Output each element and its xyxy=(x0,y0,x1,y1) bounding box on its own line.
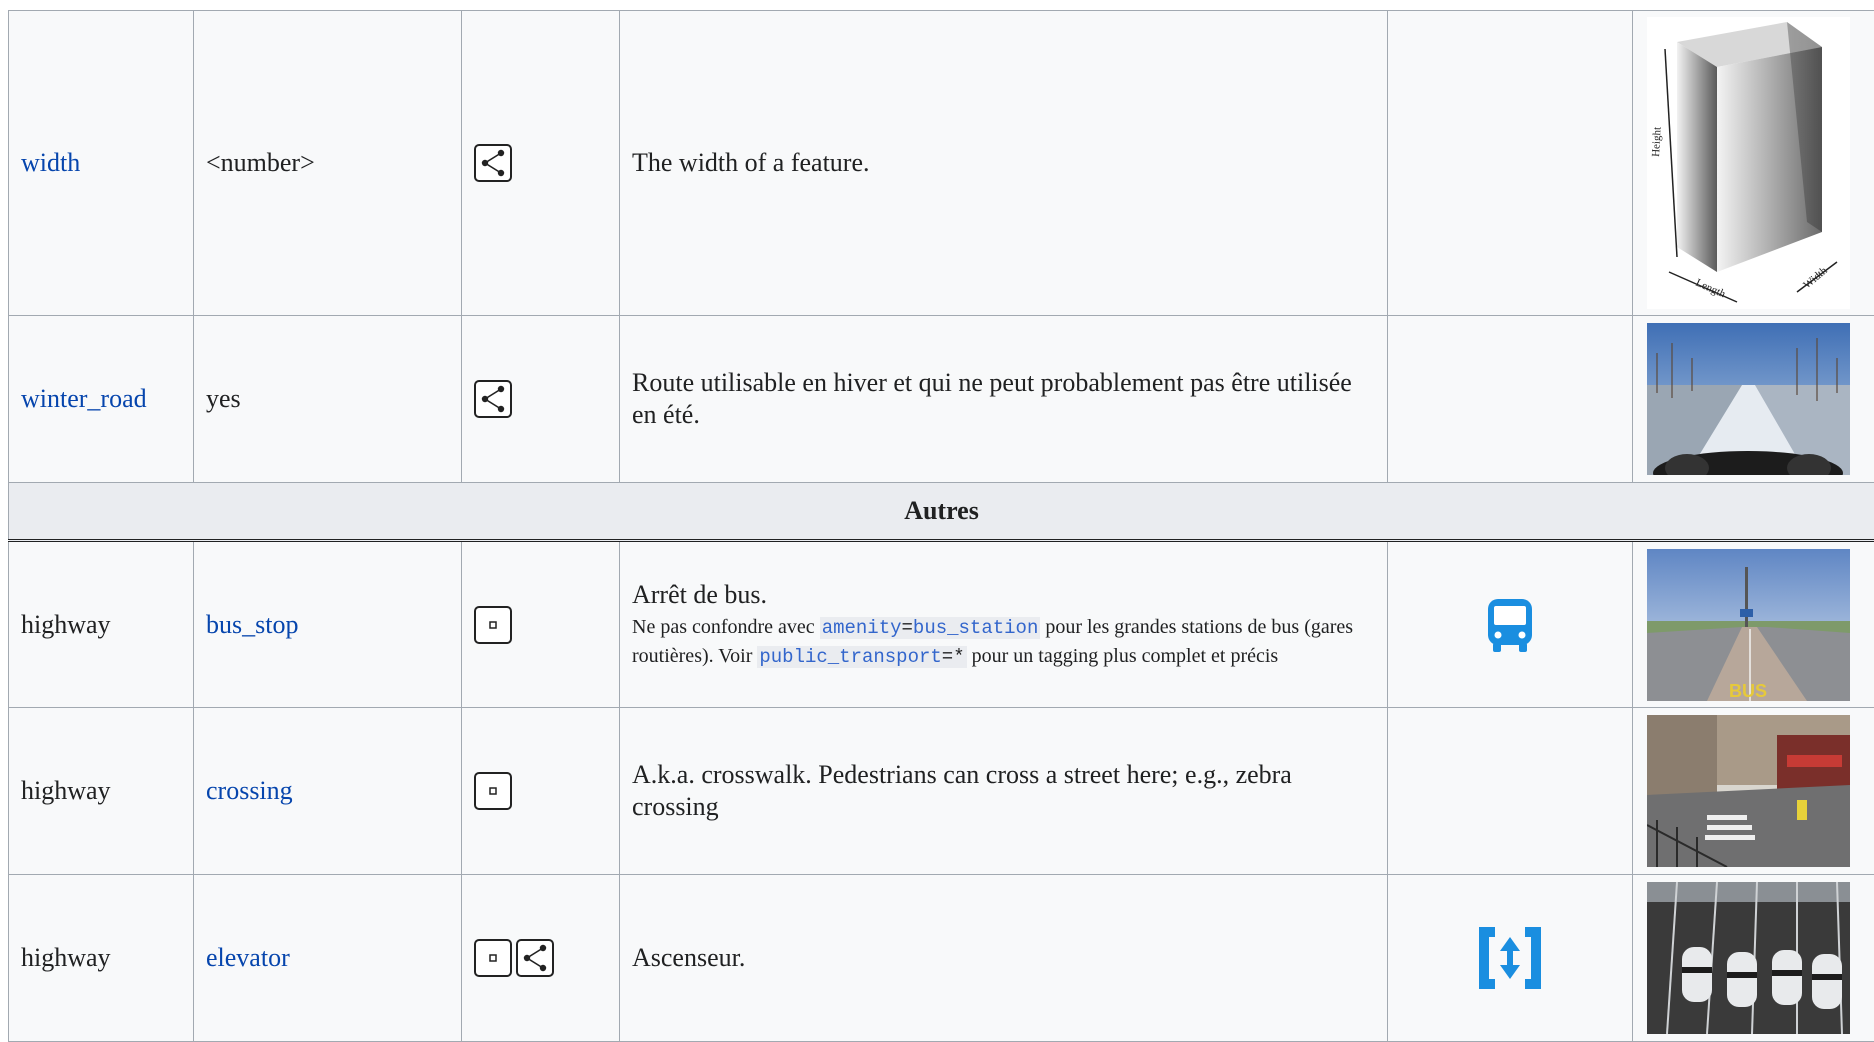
photo-cell xyxy=(1633,316,1874,483)
description-cell: Ascenseur. xyxy=(620,875,1388,1042)
table-row: highway elevator Ascenseur. xyxy=(9,875,1874,1042)
key-text: highway xyxy=(21,610,111,639)
winter-road-photo[interactable] xyxy=(1647,323,1850,475)
element-type-cell xyxy=(462,708,620,875)
key-cell: highway xyxy=(9,875,194,1042)
key-cell[interactable]: width xyxy=(9,11,194,316)
description-cell: Route utilisable en hiver et qui ne peut… xyxy=(620,316,1388,483)
crossing-photo[interactable] xyxy=(1647,715,1850,867)
description-cell: A.k.a. crosswalk. Pedestrians can cross … xyxy=(620,708,1388,875)
node-icon[interactable] xyxy=(474,606,512,644)
value-text: <number> xyxy=(206,148,315,177)
key-link[interactable]: width xyxy=(21,148,80,177)
table-row: highway bus_stop Arrêt de bus. Ne pas co… xyxy=(9,541,1874,708)
description-text: Route utilisable en hiver et qui ne peut… xyxy=(632,367,1375,431)
value-cell: <number> xyxy=(194,11,462,316)
way-icon[interactable] xyxy=(474,380,512,418)
key-cell[interactable]: winter_road xyxy=(9,316,194,483)
photo-cell xyxy=(1633,708,1874,875)
description-text: Ascenseur. xyxy=(632,942,1375,974)
node-icon[interactable] xyxy=(474,939,512,977)
bus-stop-photo[interactable]: BUS xyxy=(1647,549,1850,701)
photo-cell xyxy=(1633,875,1874,1042)
rendering-cell xyxy=(1388,541,1633,708)
value-cell: yes xyxy=(194,316,462,483)
description-text: Arrêt de bus. xyxy=(632,579,1375,611)
key-cell: highway xyxy=(9,541,194,708)
element-type-cell xyxy=(462,541,620,708)
tag-table: width <number> The width of a feature. H xyxy=(8,10,1874,1042)
value-text: yes xyxy=(206,384,241,413)
table-row: winter_road yes Route utilisable en hive… xyxy=(9,316,1874,483)
value-link[interactable]: elevator xyxy=(206,943,290,972)
key-text: highway xyxy=(21,943,111,972)
elevator-icon xyxy=(1477,925,1543,991)
node-icon[interactable] xyxy=(474,772,512,810)
description-cell: Arrêt de bus. Ne pas confondre avec amen… xyxy=(620,541,1388,708)
value-link[interactable]: bus_stop xyxy=(206,610,298,639)
section-header-row: Autres xyxy=(9,483,1874,541)
element-type-cell xyxy=(462,875,620,1042)
rendering-cell xyxy=(1388,875,1633,1042)
height-label: Height xyxy=(1650,127,1664,158)
tag-link[interactable]: public_transport=* xyxy=(757,646,966,668)
photo-cell: BUS xyxy=(1633,541,1874,708)
elevator-photo[interactable] xyxy=(1647,882,1850,1034)
table-row: width <number> The width of a feature. H xyxy=(9,11,1874,316)
table-row: highway crossing A.k.a. crosswalk. Pedes… xyxy=(9,708,1874,875)
rendering-cell xyxy=(1388,316,1633,483)
photo-cell: Height Length Width xyxy=(1633,11,1874,316)
value-cell[interactable]: bus_stop xyxy=(194,541,462,708)
rendering-cell xyxy=(1388,11,1633,316)
bus-icon xyxy=(1486,597,1534,653)
key-text: highway xyxy=(21,776,111,805)
width-diagram-image[interactable]: Height Length Width xyxy=(1647,17,1850,309)
key-cell: highway xyxy=(9,708,194,875)
description-cell: The width of a feature. xyxy=(620,11,1388,316)
element-type-cell xyxy=(462,316,620,483)
rendering-cell xyxy=(1388,708,1633,875)
tag-link[interactable]: amenity=bus_station xyxy=(820,617,1041,639)
description-text: A.k.a. crosswalk. Pedestrians can cross … xyxy=(632,759,1375,823)
value-link[interactable]: crossing xyxy=(206,776,293,805)
way-icon[interactable] xyxy=(474,144,512,182)
way-icon[interactable] xyxy=(516,939,554,977)
value-cell[interactable]: elevator xyxy=(194,875,462,1042)
description-note: Ne pas confondre avec amenity=bus_statio… xyxy=(632,613,1375,671)
value-cell[interactable]: crossing xyxy=(194,708,462,875)
element-type-cell xyxy=(462,11,620,316)
description-text: The width of a feature. xyxy=(632,147,1375,179)
section-title: Autres xyxy=(9,483,1874,541)
svg-text:BUS: BUS xyxy=(1729,681,1767,701)
key-link[interactable]: winter_road xyxy=(21,384,147,413)
